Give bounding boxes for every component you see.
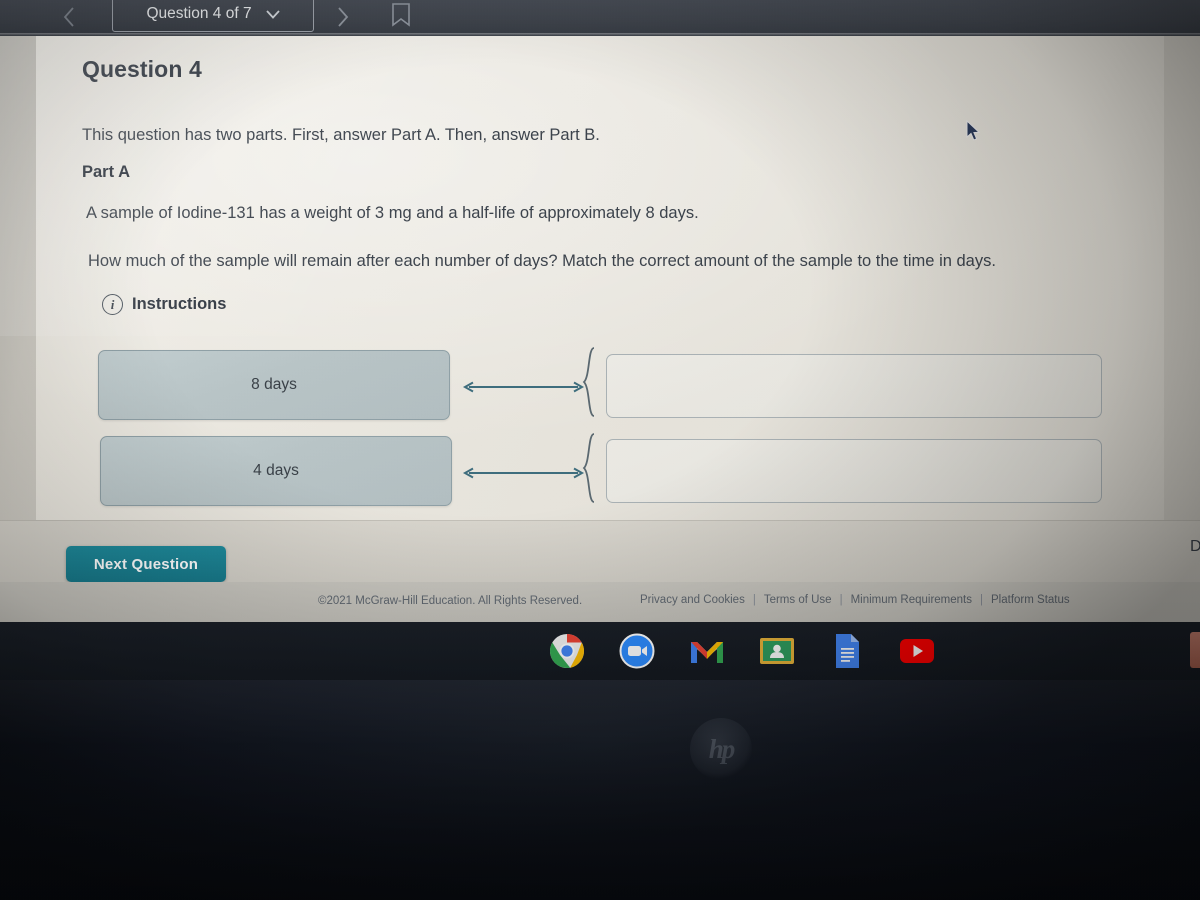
question-content-card: Question 4 This question has two parts. … (36, 36, 1164, 520)
top-navigation-bar: Question 4 of 7 (0, 0, 1200, 36)
copyright-text: ©2021 McGraw-Hill Education. All Rights … (318, 595, 583, 607)
google-docs-icon[interactable] (828, 632, 866, 670)
curly-brace-icon (582, 347, 595, 417)
youtube-icon[interactable] (898, 632, 936, 670)
footer-link-minimum-requirements[interactable]: Minimum Requirements (851, 594, 972, 606)
match-tile-label: 4 days (253, 462, 299, 479)
match-tile-label: 8 days (251, 376, 297, 393)
curly-brace-icon (582, 433, 595, 503)
zoom-icon[interactable] (618, 632, 656, 670)
double-arrow-icon (462, 467, 585, 479)
match-connector-arrow (461, 466, 586, 479)
hp-logo: hp (690, 718, 752, 780)
question-stem-line-2: How much of the sample will remain after… (88, 252, 996, 270)
footer-link-privacy[interactable]: Privacy and Cookies (640, 594, 745, 606)
cursor-arrow-icon (966, 119, 981, 141)
chevron-down-icon (265, 9, 280, 19)
next-question-button[interactable]: Next Question (66, 546, 226, 582)
laptop-screen: Question 4 of 7 Question 4 This question… (0, 0, 1200, 622)
match-brace (581, 346, 597, 418)
next-question-arrow-button[interactable] (330, 2, 356, 32)
laptop-photo: Question 4 of 7 Question 4 This question… (0, 0, 1200, 900)
match-drop-zone-8-days[interactable] (606, 354, 1102, 418)
taskbar-right-item[interactable] (1190, 632, 1200, 668)
chrome-icon[interactable] (548, 632, 586, 670)
bookmark-icon (392, 3, 410, 27)
taskbar-icons (548, 632, 936, 670)
chevron-left-icon (63, 7, 74, 27)
laptop-body (0, 680, 1200, 900)
match-tile-8-days[interactable]: 8 days (98, 350, 450, 420)
matching-area: 8 days 4 days (36, 346, 1164, 526)
match-brace (581, 432, 597, 504)
matching-row: 8 days (36, 346, 1164, 436)
chevron-right-icon (338, 7, 349, 27)
question-intro-text: This question has two parts. First, answ… (82, 126, 600, 144)
cut-off-edge-text: D (1190, 538, 1200, 555)
footer-links: Privacy and Cookies | Terms of Use | Min… (640, 594, 1070, 606)
match-connector-arrow (461, 380, 586, 393)
google-classroom-icon[interactable] (758, 632, 796, 670)
question-selector-dropdown[interactable]: Question 4 of 7 (112, 0, 314, 32)
matching-row: 4 days (36, 433, 1164, 526)
double-arrow-icon (462, 381, 585, 393)
page-title: Question 4 (82, 56, 202, 82)
info-circle-icon: i (102, 294, 123, 315)
match-tile-4-days[interactable]: 4 days (100, 436, 452, 506)
question-stem-line-1: A sample of Iodine-131 has a weight of 3… (86, 204, 699, 222)
part-a-heading: Part A (82, 163, 130, 181)
footer-separator: | (980, 594, 984, 606)
instructions-label: Instructions (132, 295, 227, 313)
footer-link-terms[interactable]: Terms of Use (764, 594, 832, 606)
question-selector-label: Question 4 of 7 (146, 5, 252, 22)
match-drop-zone-4-days[interactable] (606, 439, 1102, 503)
footer-link-platform-status[interactable]: Platform Status (991, 594, 1070, 606)
bookmark-button[interactable] (390, 2, 412, 28)
instructions-link[interactable]: i Instructions (102, 294, 226, 315)
footer-separator: | (752, 594, 756, 606)
mouse-cursor (966, 119, 982, 142)
footer-separator: | (839, 594, 843, 606)
gmail-icon[interactable] (688, 632, 726, 670)
previous-question-button[interactable] (56, 2, 82, 32)
